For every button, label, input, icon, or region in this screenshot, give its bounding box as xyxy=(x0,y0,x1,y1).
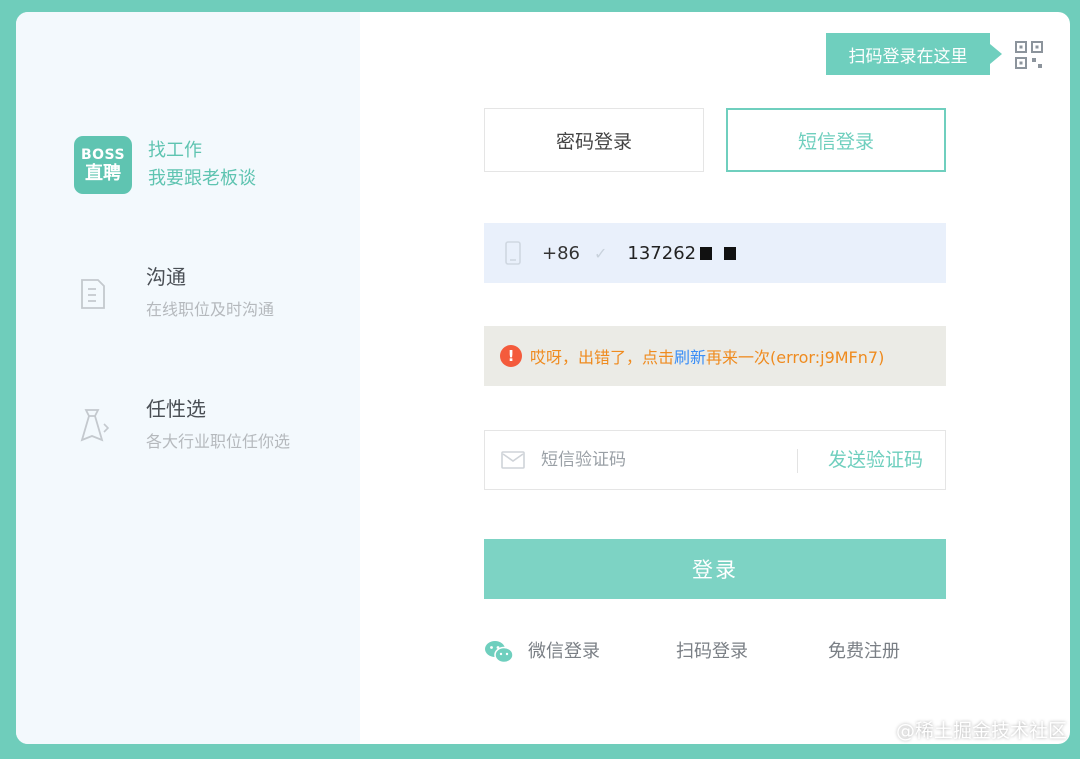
divider xyxy=(797,449,798,473)
error-text: 哎呀，出错了，点击 xyxy=(530,348,675,367)
login-button[interactable]: 登录 xyxy=(484,539,946,599)
qr-code-icon[interactable] xyxy=(1014,40,1044,70)
watermark: @稀土掘金技术社区 xyxy=(896,720,1068,742)
wechat-login-label: 微信登录 xyxy=(528,641,600,662)
error-icon: ! xyxy=(500,345,522,367)
phone-number[interactable]: 137262 xyxy=(627,242,737,264)
feature-desc: 各大行业职位任你选 xyxy=(146,432,291,451)
message-icon xyxy=(501,451,525,469)
brand-subtitle: 我要跟老板谈 xyxy=(148,168,256,189)
document-icon xyxy=(81,279,105,309)
feature-title: 任性选 xyxy=(146,397,206,421)
tab-password-login[interactable]: 密码登录 xyxy=(484,108,704,172)
feature-communicate: 沟通 在线职位及时沟通 xyxy=(72,262,274,324)
error-message: ! 哎呀，出错了，点击 刷新 再来一次(error:j9MFn7) xyxy=(484,326,946,386)
feature-title: 沟通 xyxy=(146,265,186,289)
phone-field[interactable]: +86 ✓ 137262 xyxy=(484,223,946,283)
phone-icon xyxy=(505,241,521,265)
wechat-login-link[interactable]: 微信登录 xyxy=(484,638,600,666)
refresh-link[interactable]: 刷新 xyxy=(674,344,706,368)
sms-code-field: 发送验证码 xyxy=(484,430,946,490)
boss-logo: BOSS 直聘 xyxy=(74,136,132,194)
brand-title: 找工作 xyxy=(148,140,202,161)
redaction-mark xyxy=(724,246,737,260)
scan-login-link[interactable]: 扫码登录 xyxy=(676,638,748,666)
error-text-tail: 再来一次(error:j9MFn7) xyxy=(706,348,885,367)
brand: BOSS 直聘 找工作 我要跟老板谈 xyxy=(74,136,256,194)
chevron-down-icon[interactable]: ✓ xyxy=(594,244,607,263)
redaction-mark xyxy=(700,246,713,260)
feature-desc: 在线职位及时沟通 xyxy=(146,300,275,319)
logo-line1: BOSS xyxy=(80,146,126,163)
necktie-icon xyxy=(80,409,110,442)
phone-number-text: 137262 xyxy=(627,242,697,264)
brand-text: 找工作 我要跟老板谈 xyxy=(148,137,256,193)
send-code-button[interactable]: 发送验证码 xyxy=(828,431,923,489)
left-panel: BOSS 直聘 找工作 我要跟老板谈 沟通 在线职位及时沟通 任性选 各大行业职… xyxy=(16,12,360,744)
logo-line2: 直聘 xyxy=(85,162,121,184)
tab-sms-login[interactable]: 短信登录 xyxy=(726,108,946,172)
qr-login-tip[interactable]: 扫码登录在这里 xyxy=(826,33,1002,75)
register-link[interactable]: 免费注册 xyxy=(828,638,900,666)
wechat-icon xyxy=(485,641,514,664)
login-card: BOSS 直聘 找工作 我要跟老板谈 沟通 在线职位及时沟通 任性选 各大行业职… xyxy=(16,12,1070,744)
country-code[interactable]: +86 xyxy=(542,243,580,264)
feature-choose: 任性选 各大行业职位任你选 xyxy=(72,394,290,456)
sms-code-input[interactable] xyxy=(541,450,781,470)
